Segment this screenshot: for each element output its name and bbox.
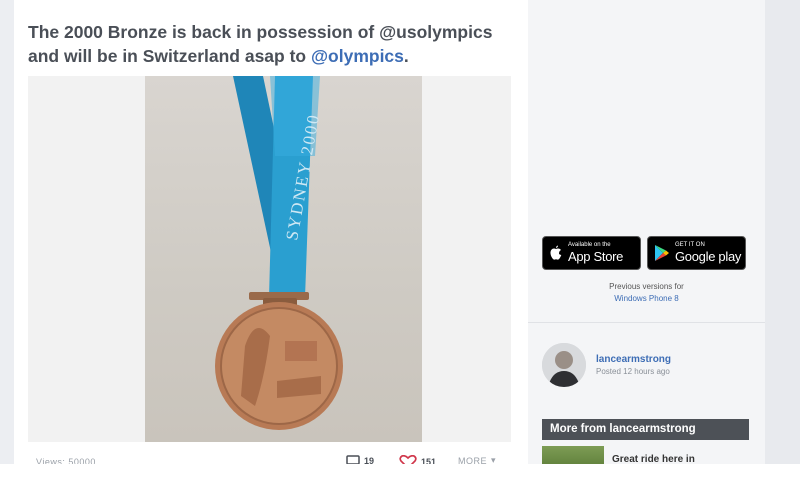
app-store-button[interactable]: Available on the App Store — [542, 236, 641, 270]
app-store-label: App Store — [568, 249, 624, 264]
google-play-icon — [655, 245, 669, 261]
left-gutter — [0, 0, 14, 464]
sidebar: Available on the App Store GET IT ON Goo… — [528, 0, 765, 468]
store-badges: Available on the App Store GET IT ON Goo… — [542, 236, 746, 270]
google-play-small: GET IT ON — [675, 242, 705, 248]
medal-photo[interactable]: SYDNEY 2000 — [145, 76, 422, 442]
medal-illustration: SYDNEY 2000 — [215, 76, 343, 430]
previous-versions: Previous versions for Windows Phone 8 — [528, 281, 765, 305]
post-title-text: The 2000 Bronze is back in possession of… — [28, 22, 493, 66]
divider — [528, 322, 765, 323]
avatar[interactable] — [542, 343, 586, 387]
bottom-strip — [0, 464, 800, 484]
posted-time: Posted 12 hours ago — [596, 367, 670, 376]
post-title-end: . — [403, 46, 409, 66]
apple-icon — [550, 245, 562, 260]
avatar-image — [542, 343, 586, 387]
post-card: The 2000 Bronze is back in possession of… — [14, 0, 525, 469]
author-name-link[interactable]: lancearmstrong — [596, 354, 671, 365]
app-store-small: Available on the — [568, 242, 611, 248]
windows-phone-link[interactable]: Windows Phone 8 — [528, 293, 765, 305]
google-play-button[interactable]: GET IT ON Google play — [647, 236, 746, 270]
post-image-frame[interactable]: SYDNEY 2000 — [28, 76, 511, 442]
mention-link-olympics[interactable]: @olympics — [311, 46, 404, 66]
right-gutter — [765, 0, 800, 464]
google-play-label: Google play — [675, 249, 742, 264]
author-card[interactable]: lancearmstrong Posted 12 hours ago — [542, 343, 671, 387]
post-title: The 2000 Bronze is back in possession of… — [28, 20, 518, 68]
more-from-header: More from lancearmstrong — [542, 419, 749, 440]
previous-versions-text: Previous versions for — [609, 282, 684, 291]
